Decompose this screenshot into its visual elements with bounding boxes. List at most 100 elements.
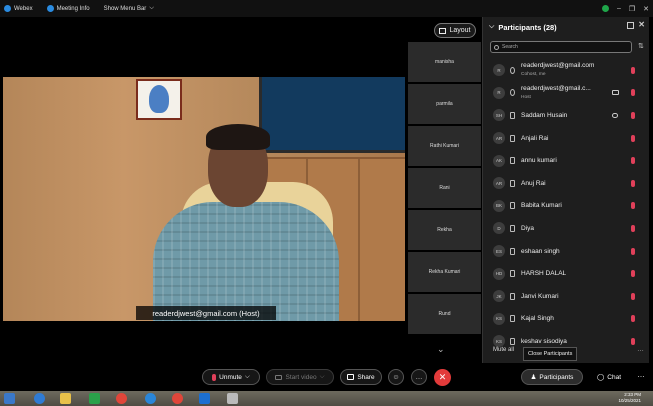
title-bar: Webex Meeting Info Show Menu Bar ⌵ – ❐ ✕ bbox=[0, 0, 653, 17]
app-taskbar-icon[interactable] bbox=[227, 393, 238, 404]
minimize-button[interactable]: – bbox=[617, 5, 621, 12]
webex-app-menu[interactable]: Webex bbox=[4, 5, 33, 12]
participants-label: Participants bbox=[539, 373, 574, 381]
participant-row[interactable]: HD HARSH DALAL bbox=[483, 262, 650, 285]
scroll-tiles-down-icon[interactable]: ⌄ bbox=[437, 344, 445, 355]
muted-mic-icon[interactable] bbox=[631, 89, 635, 97]
video-tile[interactable]: Rekha bbox=[408, 210, 481, 250]
meeting-controls: Unmute ⌵ Start video ⌵ Share ☺ … ✕ ♟ Par… bbox=[0, 363, 653, 391]
collapse-panel-icon[interactable]: ⌵ bbox=[489, 23, 494, 31]
participant-row[interactable]: AK annu kumari bbox=[483, 149, 650, 172]
muted-mic-icon[interactable] bbox=[631, 202, 635, 210]
person-icon: ♟ bbox=[530, 374, 537, 381]
muted-mic-icon[interactable] bbox=[631, 292, 635, 300]
muted-mic-icon[interactable] bbox=[631, 315, 635, 323]
edge-icon[interactable] bbox=[145, 393, 156, 404]
active-speaker-video[interactable]: readerdjwest@gmail.com (Host) bbox=[3, 77, 405, 321]
participant-row[interactable]: R readerdjwest@gmail.c... Host bbox=[483, 82, 650, 105]
close-icon: ✕ bbox=[438, 372, 447, 382]
start-video-label: Start video bbox=[285, 373, 317, 381]
video-camera-icon[interactable] bbox=[612, 90, 619, 96]
file-explorer-icon[interactable] bbox=[60, 393, 71, 404]
participant-row[interactable]: D Diya bbox=[483, 217, 650, 240]
show-menu-bar-label: Show Menu Bar bbox=[103, 5, 147, 12]
video-tile[interactable]: parmila bbox=[408, 84, 481, 124]
participant-name: Anuj Rai bbox=[521, 179, 546, 187]
more-panels-button[interactable]: ⋯ bbox=[633, 369, 649, 385]
more-options-icon[interactable]: … bbox=[637, 346, 644, 353]
webex-taskbar-icon[interactable] bbox=[199, 393, 210, 404]
more-options-button[interactable]: … bbox=[411, 369, 427, 385]
sync-icon bbox=[510, 89, 515, 97]
avatar: SH bbox=[493, 109, 505, 122]
participant-name: Anjali Rai bbox=[521, 134, 549, 142]
close-window-button[interactable]: ✕ bbox=[643, 5, 649, 13]
participant-row[interactable]: R readerdjwest@gmail.com Cohost, me bbox=[483, 59, 650, 82]
avatar: KS bbox=[493, 312, 505, 325]
search-placeholder: Search bbox=[502, 44, 518, 50]
mute-all-button[interactable]: Mute all bbox=[493, 347, 514, 353]
reactions-button[interactable]: ☺ bbox=[388, 369, 404, 385]
participant-row[interactable]: AR Anjali Rai bbox=[483, 127, 650, 150]
smiley-icon: ☺ bbox=[392, 373, 400, 381]
participant-row[interactable]: KS Kajal Singh bbox=[483, 308, 650, 331]
restore-button[interactable]: ❐ bbox=[629, 5, 635, 13]
leave-meeting-button[interactable]: ✕ bbox=[434, 369, 451, 386]
system-clock[interactable]: 2:33 PM 10/25/2021 bbox=[618, 392, 641, 404]
pop-out-icon[interactable] bbox=[627, 22, 634, 29]
more-dots-icon: ⋯ bbox=[637, 374, 645, 381]
participant-name: readerdjwest@gmail.c... bbox=[521, 84, 591, 92]
muted-mic-icon[interactable] bbox=[631, 111, 635, 119]
webex-logo-icon bbox=[4, 5, 11, 12]
video-tile[interactable]: Rathi Kumari bbox=[408, 126, 481, 166]
meeting-stage: readerdjwest@gmail.com (Host) Layout man… bbox=[0, 17, 481, 363]
video-tile[interactable]: Rekha Kumari bbox=[408, 252, 481, 292]
chrome-icon[interactable] bbox=[116, 393, 127, 404]
participants-button[interactable]: ♟ Participants bbox=[521, 369, 583, 385]
layout-button[interactable]: Layout bbox=[434, 23, 476, 38]
participant-search-input[interactable]: Search bbox=[490, 41, 632, 53]
start-video-button[interactable]: Start video ⌵ bbox=[266, 369, 334, 385]
avatar: D bbox=[493, 222, 505, 235]
avatar: HD bbox=[493, 267, 505, 280]
participant-name: eshaan singh bbox=[521, 247, 560, 255]
muted-mic-icon[interactable] bbox=[631, 247, 635, 255]
video-tile[interactable]: Rani bbox=[408, 168, 481, 208]
avatar: R bbox=[493, 64, 505, 77]
participant-name: Diya bbox=[521, 224, 535, 232]
participant-row[interactable]: ES eshaan singh bbox=[483, 240, 650, 263]
muted-mic-icon[interactable] bbox=[631, 134, 635, 142]
participants-title: Participants (28) bbox=[498, 22, 557, 32]
store-icon[interactable] bbox=[89, 393, 100, 404]
chrome-icon[interactable] bbox=[172, 393, 183, 404]
participant-row[interactable]: AR Anuj Rai bbox=[483, 172, 650, 195]
share-button[interactable]: Share bbox=[340, 369, 382, 385]
internet-explorer-icon[interactable] bbox=[34, 393, 45, 404]
video-tile[interactable]: manisha bbox=[408, 42, 481, 82]
windows-taskbar: 2:33 PM 10/25/2021 bbox=[0, 391, 653, 406]
muted-mic-icon[interactable] bbox=[631, 179, 635, 187]
participant-row[interactable]: JK Janvi Kumari bbox=[483, 285, 650, 308]
unmute-button[interactable]: Unmute ⌵ bbox=[202, 369, 260, 385]
participant-row[interactable]: SH Saddam Husain bbox=[483, 104, 650, 127]
participant-row[interactable]: BK Babita Kumari bbox=[483, 195, 650, 218]
video-tile[interactable]: Rund bbox=[408, 294, 481, 334]
muted-mic-icon[interactable] bbox=[631, 337, 635, 345]
muted-mic-icon[interactable] bbox=[631, 224, 635, 232]
sync-icon bbox=[510, 66, 515, 74]
muted-mic-icon[interactable] bbox=[631, 66, 635, 74]
window-controls: – ❐ ✕ bbox=[601, 0, 649, 17]
chat-bubble-icon[interactable] bbox=[612, 112, 618, 118]
muted-mic-icon[interactable] bbox=[631, 270, 635, 278]
show-menu-bar-button[interactable]: Show Menu Bar ⌵ bbox=[104, 5, 154, 12]
windows-start-icon[interactable] bbox=[4, 393, 15, 404]
video-tile-strip: manisha parmila Rathi Kumari Rani Rekha … bbox=[408, 42, 481, 336]
sort-icon[interactable]: ⇅ bbox=[638, 42, 644, 50]
app-name: Webex bbox=[14, 5, 33, 12]
meeting-info-button[interactable]: Meeting Info bbox=[46, 5, 90, 12]
unmute-label: Unmute bbox=[219, 373, 242, 381]
video-blackboard bbox=[259, 77, 405, 153]
chat-button[interactable]: ◯ Chat bbox=[589, 369, 629, 385]
muted-mic-icon[interactable] bbox=[631, 157, 635, 165]
close-panel-icon[interactable]: ✕ bbox=[638, 20, 645, 29]
